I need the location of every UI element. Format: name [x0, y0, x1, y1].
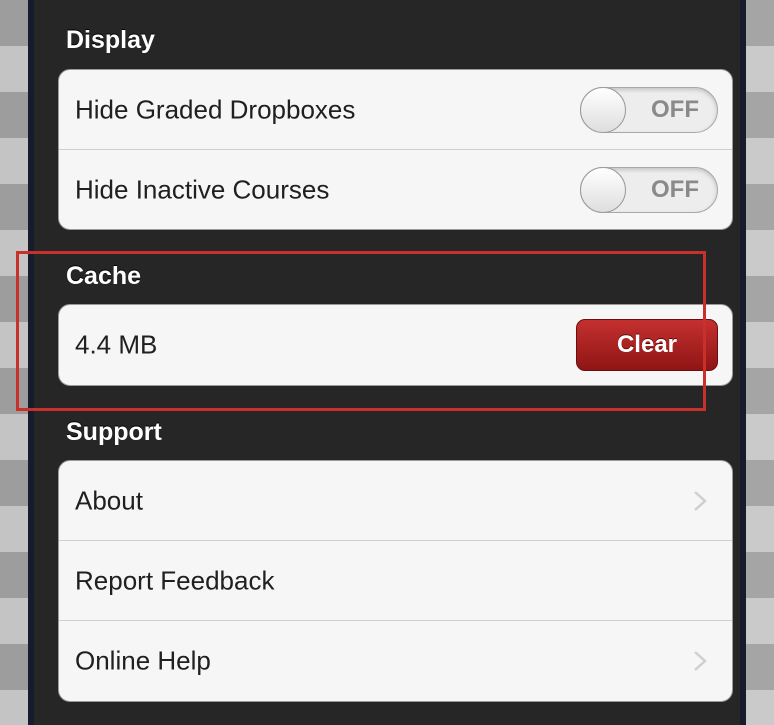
chevron-right-icon — [694, 490, 707, 511]
support-group: About Report Feedback Online Help — [58, 460, 733, 702]
cache-group: 4.4 MB Clear — [58, 304, 733, 386]
setting-label: Hide Inactive Courses — [75, 174, 330, 205]
support-item-label: Online Help — [75, 645, 211, 676]
support-item-label: About — [75, 485, 143, 515]
support-item-online-help[interactable]: Online Help — [59, 621, 732, 701]
display-group: Hide Graded Dropboxes OFF Hide Inactive … — [58, 69, 733, 230]
setting-label: Hide Graded Dropboxes — [75, 94, 356, 124]
setting-row-hide-inactive-courses: Hide Inactive Courses OFF — [59, 150, 732, 229]
support-item-about[interactable]: About — [59, 461, 732, 541]
hide-graded-dropboxes-toggle[interactable]: OFF — [580, 86, 718, 133]
clear-cache-button[interactable]: Clear — [576, 319, 718, 371]
settings-screen: Display Hide Graded Dropboxes OFF Hide I… — [34, 0, 740, 725]
background-left-strip — [0, 0, 28, 725]
section-title-cache: Cache — [66, 262, 142, 290]
section-title-support: Support — [66, 418, 162, 446]
toggle-state-text: OFF — [651, 95, 699, 123]
background-right-strip — [746, 0, 774, 725]
toggle-knob — [580, 167, 626, 213]
support-item-label: Report Feedback — [75, 565, 275, 595]
setting-row-hide-graded-dropboxes: Hide Graded Dropboxes OFF — [59, 70, 732, 150]
toggle-knob — [580, 86, 626, 133]
support-item-report-feedback[interactable]: Report Feedback — [59, 541, 732, 621]
hide-inactive-courses-toggle[interactable]: OFF — [580, 167, 718, 213]
cache-row: 4.4 MB Clear — [59, 305, 732, 385]
toggle-state-text: OFF — [651, 176, 699, 203]
phone-frame: Display Hide Graded Dropboxes OFF Hide I… — [28, 0, 746, 725]
chevron-right-icon — [694, 651, 707, 671]
cache-size-value: 4.4 MB — [75, 329, 158, 360]
section-title-display: Display — [66, 26, 155, 54]
